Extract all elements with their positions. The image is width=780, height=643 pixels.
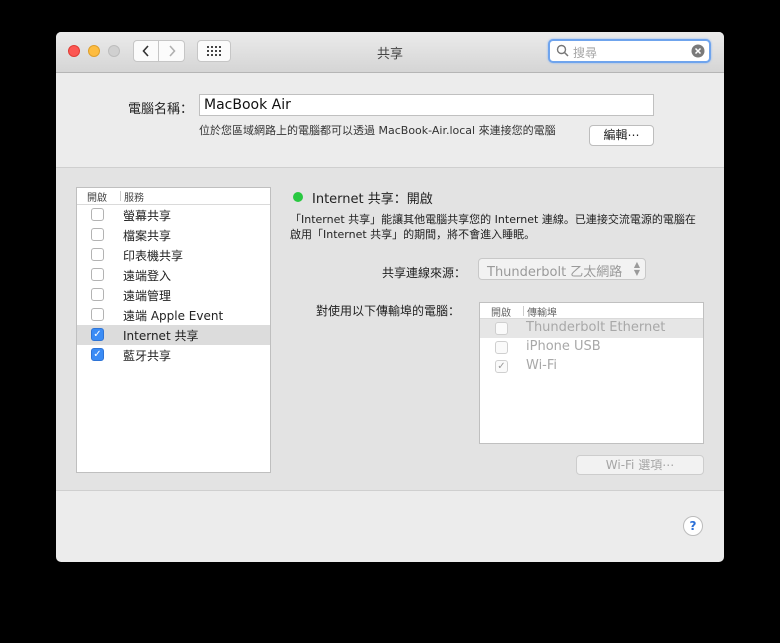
sharing-section: 開啟 服務 螢幕共享 檔案共享 印表機共享 遠端登入 遠端管理 遠端 Apple… (56, 168, 724, 491)
service-checkbox[interactable] (91, 268, 104, 281)
share-from-label: 共享連線來源： (382, 266, 467, 280)
service-row-remote-management[interactable]: 遠端管理 (77, 285, 270, 305)
column-divider (523, 306, 524, 316)
port-checkbox (495, 322, 508, 335)
column-on: 開啟 (87, 193, 107, 204)
service-checkbox-checked[interactable]: ✓ (91, 328, 104, 341)
service-label: 藍牙共享 (123, 349, 172, 363)
computer-name-section: 電腦名稱： MacBook Air 位於您區域網路上的電腦都可以透過 MacBo… (56, 73, 724, 168)
port-label: iPhone USB (526, 339, 601, 354)
search-field[interactable]: 搜尋 (548, 39, 711, 63)
service-label: 印表機共享 (123, 249, 184, 263)
to-computers-label: 對使用以下傳輸埠的電腦： (316, 304, 461, 318)
service-status: Internet 共享：開啟 (312, 192, 433, 207)
share-from-popup[interactable]: Thunderbolt 乙太網路 ▲ ▼ (478, 258, 646, 280)
computer-name-label: 電腦名稱： (128, 102, 194, 117)
port-row-iphone-usb: iPhone USB (480, 338, 703, 357)
wifi-options-button: Wi-Fi 選項⋯ (576, 455, 704, 475)
service-row-printer-sharing[interactable]: 印表機共享 (77, 245, 270, 265)
service-label: Internet 共享 (123, 329, 199, 343)
column-on: 開啟 (491, 308, 511, 319)
computer-name-description: 位於您區域網路上的電腦都可以透過 MacBook-Air.local 來連接您的… (199, 124, 556, 137)
services-table-header: 開啟 服務 (77, 188, 270, 205)
sharing-window: 共享 搜尋 電腦名稱： MacBook Air 位於您區域網路上的電腦都可以透過… (56, 32, 724, 562)
service-label: 檔案共享 (123, 229, 172, 243)
service-checkbox[interactable] (91, 308, 104, 321)
service-row-internet-sharing[interactable]: ✓ Internet 共享 (77, 325, 270, 345)
status-indicator-icon (293, 192, 303, 202)
service-row-remote-apple-events[interactable]: 遠端 Apple Event (77, 305, 270, 325)
service-label: 遠端登入 (123, 269, 172, 283)
search-placeholder: 搜尋 (573, 46, 598, 60)
port-checkbox-checked: ✓ (495, 360, 508, 373)
service-row-remote-login[interactable]: 遠端登入 (77, 265, 270, 285)
port-label: Thunderbolt Ethernet (526, 320, 666, 335)
title-bar: 共享 搜尋 (56, 32, 724, 73)
service-row-screen-sharing[interactable]: 螢幕共享 (77, 205, 270, 225)
column-divider (120, 191, 121, 201)
service-label: 遠端 Apple Event (123, 309, 224, 323)
search-icon (556, 44, 569, 57)
computer-name-field[interactable]: MacBook Air (199, 94, 654, 116)
services-table: 開啟 服務 螢幕共享 檔案共享 印表機共享 遠端登入 遠端管理 遠端 Apple… (76, 187, 271, 473)
clear-search-icon[interactable] (691, 44, 705, 58)
column-port: 傳輸埠 (527, 308, 557, 319)
service-description: 「Internet 共享」能讓其他電腦共享您的 Internet 連線。已連接交… (290, 213, 696, 241)
edit-button[interactable]: 編輯⋯ (589, 125, 654, 146)
share-from-value: Thunderbolt 乙太網路 (487, 265, 623, 280)
service-row-bluetooth-sharing[interactable]: ✓ 藍牙共享 (77, 345, 270, 365)
service-checkbox[interactable] (91, 228, 104, 241)
service-row-file-sharing[interactable]: 檔案共享 (77, 225, 270, 245)
ports-table-header: 開啟 傳輸埠 (480, 303, 703, 319)
port-label: Wi-Fi (526, 358, 558, 373)
service-checkbox[interactable] (91, 248, 104, 261)
service-checkbox[interactable] (91, 208, 104, 221)
ports-table: 開啟 傳輸埠 Thunderbolt Ethernet iPhone USB ✓… (479, 302, 704, 444)
service-label: 螢幕共享 (123, 209, 172, 223)
service-label: 遠端管理 (123, 289, 172, 303)
updown-arrows-icon: ▲ ▼ (633, 260, 640, 277)
service-checkbox-checked[interactable]: ✓ (91, 348, 104, 361)
help-button[interactable]: ? (683, 516, 703, 536)
port-checkbox (495, 341, 508, 354)
port-row-thunderbolt-ethernet: Thunderbolt Ethernet (480, 319, 703, 338)
port-row-wifi: ✓ Wi-Fi (480, 357, 703, 376)
column-service: 服務 (124, 193, 144, 204)
service-checkbox[interactable] (91, 288, 104, 301)
